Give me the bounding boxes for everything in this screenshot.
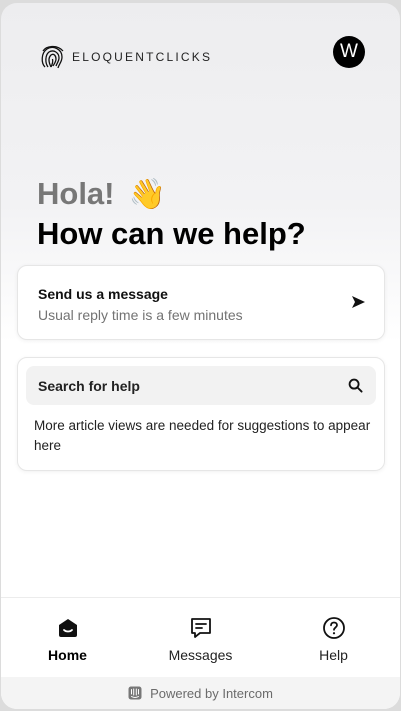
intercom-icon — [128, 686, 142, 700]
suggestions-note: More article views are needed for sugges… — [34, 418, 371, 453]
search-icon — [348, 378, 363, 393]
greeting-text: Hola! — [37, 176, 115, 211]
messenger-widget: ELOQUENTCLICKS W Hola! 👋 How can we help… — [1, 3, 400, 709]
page-title: How can we help? — [37, 216, 306, 251]
tab-home-label: Home — [48, 647, 87, 663]
tab-help[interactable]: Help — [267, 598, 400, 678]
send-message-title: Send us a message — [38, 286, 168, 302]
send-icon — [352, 296, 365, 308]
tab-home[interactable]: Home — [1, 598, 134, 678]
fingerprint-icon — [41, 45, 64, 68]
footer-text: Powered by Intercom — [150, 685, 273, 701]
send-message-card[interactable]: Send us a message Usual reply time is a … — [17, 265, 385, 340]
brand-name: ELOQUENTCLICKS — [72, 49, 213, 64]
reply-time-text: Usual reply time is a few minutes — [38, 307, 243, 323]
waving-hand-emoji: 👋 — [128, 177, 166, 211]
bottom-nav: Home Messages Help — [1, 597, 400, 678]
brand-logo: ELOQUENTCLICKS — [37, 40, 212, 73]
greeting: Hola! 👋 — [37, 176, 166, 212]
search-input[interactable]: Search for help — [26, 366, 376, 405]
help-icon — [322, 617, 345, 639]
search-help-card: Search for help More article views are n… — [17, 357, 385, 471]
tab-messages-label: Messages — [168, 647, 233, 663]
messages-icon — [190, 618, 211, 638]
tab-help-label: Help — [319, 647, 348, 663]
home-icon — [58, 619, 77, 637]
tab-messages[interactable]: Messages — [134, 598, 267, 678]
avatar[interactable]: W — [333, 36, 365, 68]
search-placeholder: Search for help — [38, 378, 140, 394]
powered-by-footer[interactable]: Powered by Intercom — [1, 677, 400, 709]
